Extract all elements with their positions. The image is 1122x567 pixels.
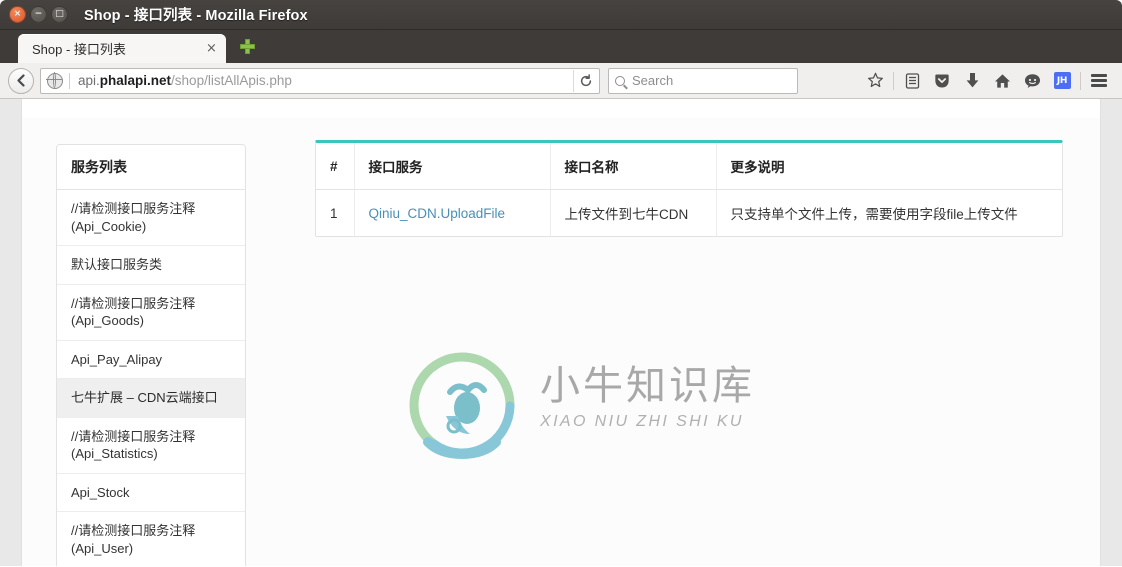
globe-icon [46, 71, 63, 89]
table-header-row: # 接口服务 接口名称 更多说明 [316, 143, 1062, 190]
api-table-container: # 接口服务 接口名称 更多说明 1 Qiniu_CDN.UploadFile [315, 140, 1063, 237]
cell-service: Qiniu_CDN.UploadFile [354, 189, 551, 236]
tab-close-icon[interactable]: × [203, 40, 220, 57]
api-table: # 接口服务 接口名称 更多说明 1 Qiniu_CDN.UploadFile [316, 143, 1062, 236]
service-list-sidebar: 服务列表 //请检测接口服务注释 (Api_Cookie) 默认接口服务类 //… [56, 144, 246, 566]
bookmark-star-icon[interactable] [860, 67, 890, 95]
sidebar-item-api-statistics[interactable]: //请检测接口服务注释 (Api_Statistics) [57, 417, 245, 474]
window-title: Shop - 接口列表 - Mozilla Firefox [84, 8, 308, 24]
window-maximize-button[interactable]: □ [51, 6, 68, 23]
tab-strip: Shop - 接口列表 × [0, 30, 1122, 63]
window-maximize-glyph: □ [55, 9, 64, 19]
url-text: api.phalapi.net/shop/listAllApis.php [78, 73, 573, 88]
tab-label: Shop - 接口列表 [32, 42, 126, 57]
sidebar-item-api-user[interactable]: //请检测接口服务注释 (Api_User) [57, 512, 245, 566]
sidebar-item-api-cookie[interactable]: //请检测接口服务注释 (Api_Cookie) [57, 190, 245, 247]
sidebar-item-api-pay-alipay[interactable]: Api_Pay_Alipay [57, 340, 245, 380]
window-titlebar: × − □ Shop - 接口列表 - Mozilla Firefox [0, 0, 1122, 30]
browser-window: × − □ Shop - 接口列表 - Mozilla Firefox Shop… [0, 0, 1122, 567]
column-header-desc: 更多说明 [716, 143, 1062, 190]
cell-desc: 只支持单个文件上传，需要使用字段file上传文件 [730, 207, 1018, 222]
tab-shop-api-list[interactable]: Shop - 接口列表 × [18, 34, 226, 63]
watermark-chinese-text: 小牛知识库 [540, 363, 755, 409]
watermark-pinyin-text: XIAO NIU ZHI SHI KU [540, 413, 744, 430]
column-header-name: 接口名称 [550, 143, 717, 190]
column-header-service: 接口服务 [354, 143, 551, 190]
downloads-icon[interactable] [957, 67, 987, 95]
url-separator [69, 72, 70, 89]
toolbar-separator [893, 71, 894, 90]
cell-name: 上传文件到七牛CDN [550, 189, 717, 236]
menu-icon[interactable] [1084, 67, 1114, 95]
url-path: /shop/listAllApis.php [171, 73, 292, 88]
search-input-placeholder: Search [632, 73, 674, 88]
url-prefix: api. [78, 73, 100, 88]
page-viewport: 服务列表 //请检测接口服务注释 (Api_Cookie) 默认接口服务类 //… [0, 99, 1122, 566]
chat-icon[interactable] [1017, 67, 1047, 95]
profile-badge-icon[interactable]: JH [1047, 67, 1077, 95]
home-icon[interactable] [987, 67, 1017, 95]
new-tab-button[interactable] [232, 32, 262, 61]
window-minimize-glyph: − [34, 9, 43, 19]
sidebar-title: 服务列表 [57, 145, 245, 190]
window-minimize-button[interactable]: − [30, 6, 47, 23]
watermark-text-group: 小牛知识库 XIAO NIU ZHI SHI KU [540, 366, 755, 431]
sidebar-item-qiniu-cdn[interactable]: 七牛扩展 – CDN云端接口 [57, 379, 245, 418]
navigation-toolbar: api.phalapi.net/shop/listAllApis.php Sea… [0, 63, 1122, 99]
reload-icon[interactable] [573, 69, 597, 92]
cell-index: 1 [316, 189, 355, 236]
page-inner-panel: 服务列表 //请检测接口服务注释 (Api_Cookie) 默认接口服务类 //… [22, 118, 1100, 566]
toolbar-icon-group: JH [860, 67, 1114, 95]
column-header-index: # [316, 143, 355, 190]
back-button[interactable] [8, 67, 34, 94]
api-service-link[interactable]: Qiniu_CDN.UploadFile [369, 206, 506, 221]
page-content-container: 服务列表 //请检测接口服务注释 (Api_Cookie) 默认接口服务类 //… [22, 99, 1100, 566]
hamburger-glyph [1091, 74, 1107, 87]
reading-list-icon[interactable] [897, 67, 927, 95]
sidebar-item-api-goods[interactable]: //请检测接口服务注释 (Api_Goods) [57, 284, 245, 341]
pocket-icon[interactable] [927, 67, 957, 95]
sidebar-item-api-stock[interactable]: Api_Stock [57, 473, 245, 513]
window-close-button[interactable]: × [9, 6, 26, 23]
sidebar-item-default-service[interactable]: 默认接口服务类 [57, 246, 245, 285]
search-icon [615, 75, 625, 86]
window-close-glyph: × [13, 9, 22, 19]
plus-icon [239, 39, 255, 54]
profile-badge-label: JH [1053, 72, 1071, 89]
search-bar[interactable]: Search [608, 67, 798, 94]
watermark-logo-icon [409, 352, 515, 460]
url-host: phalapi.net [99, 73, 172, 88]
table-row: 1 Qiniu_CDN.UploadFile 上传文件到七牛CDN 只支持单个文… [316, 189, 1062, 236]
url-bar[interactable]: api.phalapi.net/shop/listAllApis.php [40, 67, 600, 94]
toolbar-separator-2 [1080, 71, 1081, 90]
